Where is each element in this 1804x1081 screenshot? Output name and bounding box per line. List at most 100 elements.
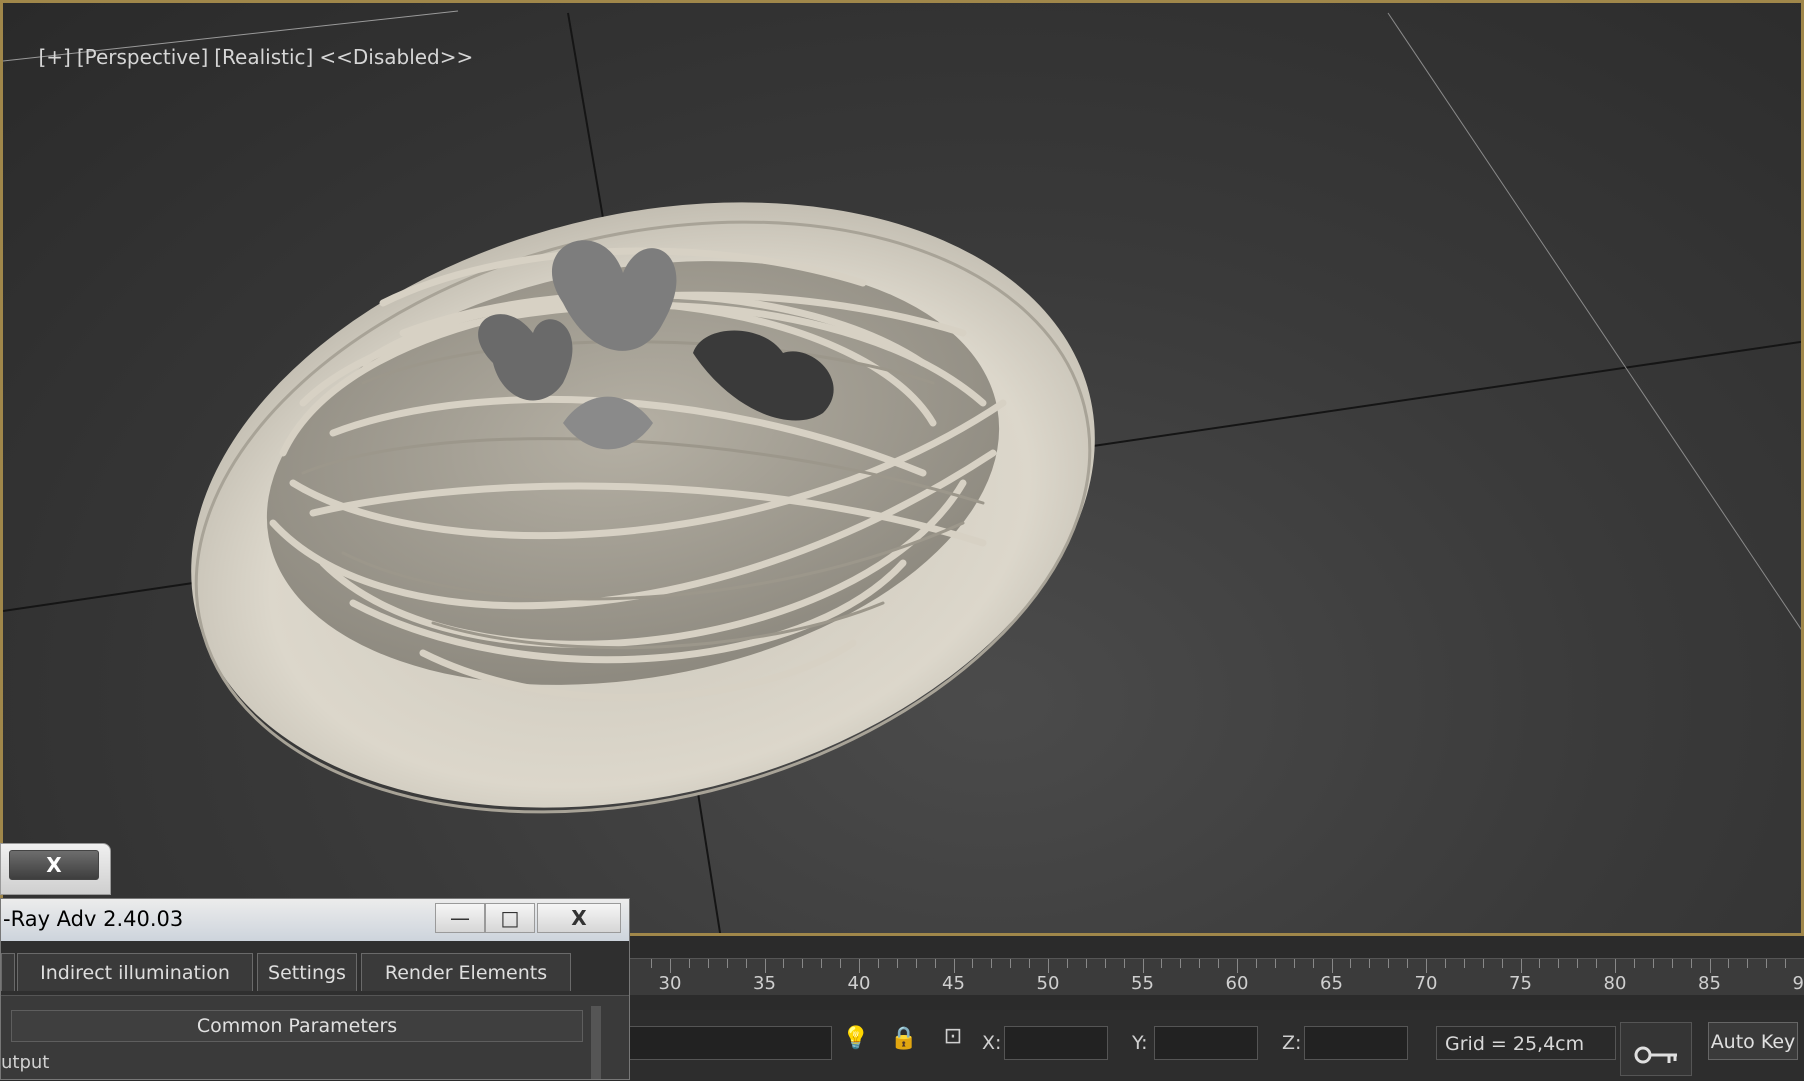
timeline-tick: [953, 959, 955, 973]
timeline-tick: [896, 959, 898, 968]
timeline-tick: [991, 959, 993, 968]
auto-key-button[interactable]: Auto Key: [1708, 1022, 1798, 1060]
viewport-menu-shading[interactable]: [Realistic]: [214, 45, 313, 69]
timeline-tick: [1066, 959, 1068, 968]
timeline-tick: [1048, 959, 1049, 973]
absolute-mode-icon[interactable]: ⊡: [938, 1024, 968, 1049]
floating-window-close-button[interactable]: X: [9, 850, 99, 880]
timeline-tick-label: 85: [1698, 973, 1721, 994]
timeline-tick-label: 50: [1036, 973, 1060, 994]
timeline-tick: [1520, 959, 1522, 973]
viewport-menu-plus[interactable]: [+]: [38, 45, 70, 69]
timeline-tick: [1369, 959, 1371, 968]
timeline-tick: [1671, 959, 1673, 968]
timeline-tick: [1010, 959, 1012, 968]
status-bar: 💡 🔒 ⊡ X: Y: Z: Grid = 25,4cm Auto Key: [620, 1010, 1804, 1080]
render-window-titlebar[interactable]: -Ray Adv 2.40.03 — □ X: [1, 899, 629, 941]
timeline-tick: [1766, 959, 1768, 968]
timeline-tick: [1709, 959, 1711, 973]
timeline-tick: [1274, 959, 1276, 968]
timeline-ruler[interactable]: 30 35 40 45 50 55 60 65 70 75 80 85 90: [620, 958, 1804, 995]
render-window-title: -Ray Adv 2.40.03: [3, 907, 184, 931]
timeline-tick: [1690, 959, 1692, 968]
floating-window: X: [0, 843, 111, 895]
timeline-tick: [783, 959, 785, 968]
bulb-icon[interactable]: 💡: [842, 1026, 870, 1051]
timeline-tick: [1426, 959, 1427, 973]
timeline-tick: [1199, 959, 1201, 968]
viewport-scene: [3, 10, 1801, 933]
timeline-tick: [1350, 959, 1352, 968]
timeline-tick: [1218, 959, 1220, 968]
timeline-tick: [840, 959, 842, 968]
timeline-tick: [934, 959, 936, 968]
grid-size-readout: Grid = 25,4cm: [1436, 1026, 1616, 1060]
tab-render-elements[interactable]: Render Elements: [361, 953, 571, 991]
timeline-tick-label: 45: [942, 973, 965, 994]
timeline-tick: [1388, 959, 1390, 968]
timeline-tick: [1161, 959, 1163, 968]
timeline-tick-label: 35: [753, 973, 776, 994]
timeline-tick: [1747, 959, 1749, 968]
timeline-tick: [1444, 959, 1446, 968]
timeline-tick-label: 90: [1792, 973, 1804, 994]
x-coordinate-field[interactable]: [1004, 1026, 1108, 1060]
timeline-tick: [1596, 959, 1598, 968]
render-setup-window: -Ray Adv 2.40.03 — □ X Indirect illumina…: [0, 898, 630, 1080]
timeline-tick: [1633, 959, 1635, 968]
timeline-tick: [1180, 959, 1182, 968]
timeline-tick: [1331, 959, 1333, 973]
perspective-viewport[interactable]: [+] [Perspective] [Realistic] <<Disabled>>: [0, 0, 1804, 936]
timeline-tick: [1615, 959, 1616, 973]
tab-settings[interactable]: Settings: [257, 953, 357, 991]
close-button[interactable]: X: [537, 903, 621, 933]
timeline-tick: [1085, 959, 1087, 968]
tab-partial[interactable]: [1, 953, 15, 991]
timeline-tick: [688, 959, 690, 968]
timeline-tick: [1728, 959, 1730, 968]
timeline-tick-label: 30: [658, 973, 682, 994]
timeline-tick: [1501, 959, 1503, 968]
timeline-tick: [1123, 959, 1125, 968]
timeline-tick: [859, 959, 860, 973]
y-coordinate-field[interactable]: [1154, 1026, 1258, 1060]
timeline-tick: [802, 959, 804, 968]
common-parameters-rollout[interactable]: Common Parameters: [11, 1010, 583, 1042]
timeline-tick: [1104, 959, 1106, 968]
z-coordinate-field[interactable]: [1304, 1026, 1408, 1060]
prompt-field[interactable]: [628, 1026, 832, 1060]
z-label: Z:: [1282, 1032, 1302, 1054]
timeline-tick: [1463, 959, 1465, 968]
timeline-tick: [915, 959, 917, 968]
timeline-tick: [651, 959, 653, 968]
minimize-button[interactable]: —: [435, 903, 485, 933]
key-icon[interactable]: [1620, 1022, 1692, 1076]
timeline-tick: [1577, 959, 1579, 968]
viewport-menu-disabled[interactable]: <<Disabled>>: [319, 45, 473, 69]
key-shape: [1634, 1046, 1677, 1064]
output-label: utput: [1, 1052, 50, 1073]
viewport-label[interactable]: [+] [Perspective] [Realistic] <<Disabled>>: [13, 21, 479, 93]
timeline-tick: [1558, 959, 1560, 968]
viewport-menu-perspective[interactable]: [Perspective]: [77, 45, 208, 69]
timeline-tick: [821, 959, 823, 968]
timeline-tick: [1652, 959, 1654, 968]
maximize-button[interactable]: □: [485, 903, 535, 933]
tab-indirect-illumination[interactable]: Indirect illumination: [17, 953, 253, 991]
render-tabs: Indirect illumination Settings Render El…: [1, 953, 629, 993]
timeline-tick-label: 70: [1414, 973, 1438, 994]
timeline-tick: [1293, 959, 1295, 968]
y-label: Y:: [1132, 1032, 1148, 1054]
timeline-tick-label: 40: [847, 973, 871, 994]
timeline-tick: [1237, 959, 1238, 973]
timeline-tick-label: 60: [1225, 973, 1249, 994]
timeline-tick: [764, 959, 766, 973]
timeline-tick: [972, 959, 974, 968]
timeline-tick: [726, 959, 728, 968]
render-window-body: Common Parameters utput: [1, 995, 629, 1079]
timeline-tick: [1312, 959, 1314, 968]
timeline-tick: [745, 959, 747, 968]
scrollbar[interactable]: [591, 1006, 601, 1079]
lock-icon[interactable]: 🔒: [890, 1026, 918, 1051]
timeline-tick-label: 75: [1509, 973, 1532, 994]
